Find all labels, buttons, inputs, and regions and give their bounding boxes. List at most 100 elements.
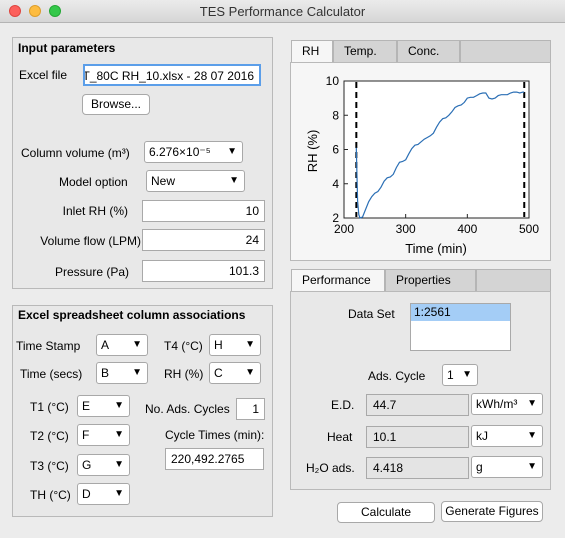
column-volume-label: Column volume (m³) (21, 146, 130, 160)
heat-label: Heat (327, 430, 353, 444)
h2o-ads-label: H₂O ads. (306, 461, 355, 475)
chevron-down-icon: ▼ (132, 367, 142, 378)
ads-cycle-label: Ads. Cycle (368, 369, 426, 383)
t3-label: T3 (°C) (30, 459, 69, 473)
time-stamp-label: Time Stamp (16, 339, 81, 353)
chevron-down-icon: ▼ (527, 461, 537, 472)
volume-flow-field[interactable]: 24 (142, 229, 265, 251)
tab-temp[interactable]: Temp. (333, 40, 397, 62)
x-tick-label: 400 (457, 222, 477, 236)
ed-unit-value: kWh/m³ (476, 397, 518, 411)
t2-label: T2 (°C) (30, 429, 69, 443)
chevron-down-icon: ▼ (114, 459, 124, 470)
model-option-value: New (151, 174, 176, 188)
y-tick-label: 10 (326, 74, 340, 88)
no-ads-cycles-field[interactable]: 1 (236, 398, 265, 420)
rh-value: C (214, 366, 223, 380)
column-associations-title: Excel spreadsheet column associations (18, 308, 246, 322)
pressure-field[interactable]: 101.3 (142, 260, 265, 282)
calculate-button[interactable]: Calculate (337, 502, 435, 523)
chevron-down-icon: ▼ (462, 369, 472, 380)
chevron-down-icon: ▼ (527, 398, 537, 409)
tab-strip-filler (476, 269, 551, 291)
t1-label: T1 (°C) (30, 400, 69, 414)
t4-value: H (214, 338, 223, 352)
time-stamp-select[interactable]: A ▼ (96, 334, 148, 356)
h2o-unit-select[interactable]: g ▼ (471, 456, 543, 478)
y-tick-label: 6 (332, 143, 339, 157)
th-label: TH (°C) (30, 488, 71, 502)
ed-label: E.D. (331, 398, 355, 412)
chevron-down-icon: ▼ (114, 488, 124, 499)
t4-select[interactable]: H ▼ (209, 334, 261, 356)
model-option-label: Model option (59, 175, 128, 189)
column-volume-value: 6.276×10⁻⁵ (149, 145, 211, 159)
t3-select[interactable]: G ▼ (77, 454, 130, 476)
inlet-rh-label: Inlet RH (%) (62, 204, 128, 218)
excel-file-label: Excel file (19, 68, 68, 82)
t4-label: T4 (°C) (164, 339, 203, 353)
performance-panel: Data Set 1:2561 Ads. Cycle 1 ▼ E.D. 44.7… (290, 291, 551, 490)
rh-select[interactable]: C ▼ (209, 362, 261, 384)
y-axis-label: RH (%) (305, 130, 320, 173)
y-tick-label: 4 (332, 177, 339, 191)
x-tick-label: 300 (396, 222, 416, 236)
tab-properties[interactable]: Properties (385, 269, 476, 291)
th-value: D (82, 487, 91, 501)
pressure-label: Pressure (Pa) (54, 265, 129, 279)
column-volume-select[interactable]: 6.276×10⁻⁵ ▼ (144, 141, 243, 163)
data-set-list[interactable]: 1:2561 (410, 303, 511, 351)
excel-file-field[interactable]: 2016 07 28 - T_80C RH_10.xlsx (83, 64, 261, 86)
window-title: TES Performance Calculator (199, 4, 366, 19)
volume-flow-label: Volume flow (LPM) (40, 234, 141, 248)
rh-chart: 246810 200 300 400 500 RH (%) Time (min) (305, 74, 539, 256)
chevron-down-icon: ▼ (245, 339, 255, 350)
time-secs-select[interactable]: B ▼ (96, 362, 148, 384)
y-tick-label: 8 (332, 108, 339, 122)
data-set-label: Data Set (348, 307, 395, 321)
ads-cycle-select[interactable]: 1 ▼ (442, 364, 478, 386)
x-tick-label: 200 (334, 222, 354, 236)
time-secs-value: B (101, 366, 110, 380)
chevron-down-icon: ▼ (114, 429, 124, 440)
time-stamp-value: A (101, 338, 110, 352)
x-axis-label: Time (min) (405, 241, 467, 256)
tab-performance[interactable]: Performance (291, 269, 385, 292)
browse-button[interactable]: Browse... (82, 94, 150, 115)
tab-rh[interactable]: RH (291, 40, 333, 63)
model-option-select[interactable]: New ▼ (146, 170, 245, 192)
heat-unit-select[interactable]: kJ ▼ (471, 425, 543, 447)
plot-panel: 2 4 6 8 10 200 300 400 500 RH (%) Time (min) (290, 62, 551, 261)
column-associations-panel: Excel spreadsheet column associations Ti… (12, 305, 273, 517)
app-window: TES Performance Calculator Input paramet… (0, 0, 565, 538)
input-parameters-panel: Input parameters Excel file 2016 07 28 -… (12, 37, 273, 289)
input-parameters-title: Input parameters (18, 41, 116, 55)
title-bar: TES Performance Calculator (0, 0, 565, 23)
x-tick-label: 500 (519, 222, 539, 236)
chevron-down-icon: ▼ (227, 146, 237, 157)
cycle-times-field[interactable]: 220,492.2765 (165, 448, 264, 470)
t2-select[interactable]: F ▼ (77, 424, 130, 446)
chevron-down-icon: ▼ (527, 430, 537, 441)
chevron-down-icon: ▼ (114, 400, 124, 411)
inlet-rh-field[interactable]: 10 (142, 200, 265, 222)
ed-unit-select[interactable]: kWh/m³ ▼ (471, 393, 543, 415)
ads-cycle-value: 1 (447, 368, 454, 382)
chevron-down-icon: ▼ (245, 367, 255, 378)
cycle-times-label: Cycle Times (min): (165, 428, 265, 442)
h2o-unit-value: g (476, 460, 483, 474)
list-item[interactable]: 1:2561 (411, 304, 510, 321)
time-secs-label: Time (secs) (20, 367, 83, 381)
th-select[interactable]: D ▼ (77, 483, 130, 505)
tab-strip-filler (460, 40, 551, 62)
chevron-down-icon: ▼ (229, 175, 239, 186)
no-ads-cycles-label: No. Ads. Cycles (145, 402, 230, 416)
heat-unit-value: kJ (476, 429, 488, 443)
h2o-ads-field: 4.418 (366, 457, 469, 479)
t1-value: E (82, 399, 91, 413)
heat-field: 10.1 (366, 426, 469, 448)
chevron-down-icon: ▼ (132, 339, 142, 350)
tab-conc[interactable]: Conc. (397, 40, 460, 62)
t1-select[interactable]: E ▼ (77, 395, 130, 417)
generate-figures-button[interactable]: Generate Figures (441, 501, 543, 522)
